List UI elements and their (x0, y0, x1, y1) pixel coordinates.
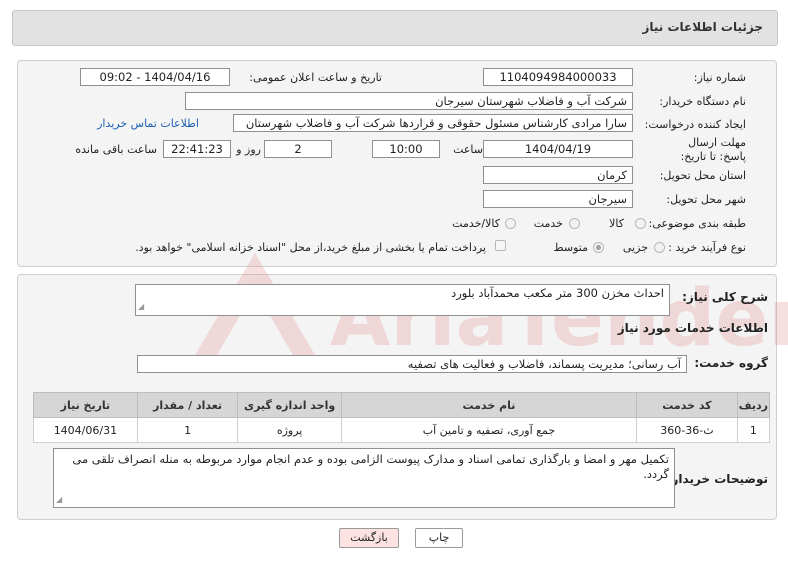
col-service-code: کد خدمت (636, 392, 738, 418)
announce-field[interactable]: 1404/04/16 - 09:02 (80, 68, 230, 86)
category-radio-service[interactable] (569, 218, 580, 229)
category-option-service: خدمت (533, 217, 563, 230)
resize-handle-icon[interactable]: ◢ (56, 492, 62, 507)
cell-service-name: جمع آوری، تصفیه و تامین آب (340, 417, 638, 443)
deadline-date-field[interactable]: 1404/04/19 (483, 140, 633, 158)
col-service-name: نام خدمت (340, 392, 638, 418)
need-number-field[interactable]: 1104094984000033 (483, 68, 633, 86)
process-option-medium: متوسط (553, 241, 588, 254)
process-radio-minor[interactable] (654, 242, 665, 253)
process-radio-medium[interactable] (593, 242, 604, 253)
print-button[interactable]: چاپ (415, 528, 463, 548)
service-group-label: گروه خدمت: (694, 356, 768, 370)
deadline-label: مهلت ارسال پاسخ: تا تاریخ: (680, 136, 746, 163)
cell-row-number: 1 (736, 417, 771, 443)
table-row: 1 ث-36-360 جمع آوری، تصفیه و تامین آب پر… (33, 417, 771, 443)
buyer-contact-link[interactable]: اطلاعات تماس خریدار (97, 117, 199, 130)
category-radio-goods[interactable] (635, 218, 646, 229)
service-group-field[interactable]: آب رسانی؛ مدیریت پسماند، فاضلاب و فعالیت… (137, 355, 687, 373)
category-option-goods-service: کالا/خدمت (452, 217, 500, 230)
buyer-notes-value: تکمیل مهر و امضا و بارگذاری تمامی اسناد … (72, 452, 669, 481)
table-header-row: ردیف کد خدمت نام خدمت واحد اندازه گیری ت… (33, 392, 771, 418)
deadline-time-field[interactable]: 10:00 (372, 140, 440, 158)
cell-need-date: 1404/06/31 (33, 417, 138, 443)
category-option-goods: کالا (609, 217, 624, 230)
summary-label: شرح کلی نیاز: (682, 290, 768, 304)
services-section-title: اطلاعات خدمات مورد نیاز (617, 321, 768, 335)
page-title: جزئیات اطلاعات نیاز (642, 20, 763, 34)
treasury-payment-checkbox[interactable] (495, 240, 506, 251)
page-header: جزئیات اطلاعات نیاز (12, 10, 778, 46)
process-label: نوع فرآیند خرید : (668, 241, 746, 254)
need-number-label: شماره نیاز: (693, 71, 746, 84)
services-table: ردیف کد خدمت نام خدمت واحد اندازه گیری ت… (33, 392, 771, 443)
category-label: طبقه بندی موضوعی: (648, 217, 746, 230)
resize-handle-icon[interactable]: ◢ (138, 299, 144, 315)
col-need-date: تاریخ نیاز (33, 392, 138, 418)
summary-value: احداث مخزن 300 متر مکعب محمدآباد بلورد (451, 286, 664, 300)
back-button[interactable]: بازگشت (339, 528, 399, 548)
province-label: استان محل تحویل: (659, 169, 746, 182)
remaining-time-field[interactable]: 22:41:23 (163, 140, 231, 158)
creator-field[interactable]: سارا مرادی کارشناس مسئول حقوقی و قراردها… (233, 114, 633, 132)
buyer-field[interactable]: شرکت آب و فاضلاب شهرستان سیرجان (185, 92, 633, 110)
creator-label: ایجاد کننده درخواست: (644, 118, 746, 131)
process-option-minor: جزیی (622, 241, 648, 254)
category-radio-goods-service[interactable] (505, 218, 516, 229)
summary-field[interactable]: احداث مخزن 300 متر مکعب محمدآباد بلورد ◢ (135, 284, 670, 316)
remaining-label: ساعت باقی مانده (75, 143, 157, 156)
buyer-notes-field[interactable]: تکمیل مهر و امضا و بارگذاری تمامی اسناد … (53, 448, 675, 508)
col-quantity: تعداد / مقدار (136, 392, 239, 418)
cell-unit: پروژه (237, 417, 342, 443)
treasury-payment-note: پرداخت تمام یا بخشی از مبلغ خرید،از محل … (135, 241, 486, 254)
col-unit: واحد اندازه گیری (237, 392, 342, 418)
announce-label: تاریخ و ساعت اعلان عمومی: (249, 71, 382, 84)
buyer-label: نام دستگاه خریدار: (659, 95, 746, 108)
city-label: شهر محل تحویل: (666, 193, 746, 206)
days-label: روز و (236, 143, 261, 156)
time-label: ساعت (453, 143, 483, 156)
buyer-notes-label: توضیحات خریدار: (666, 472, 768, 486)
days-field[interactable]: 2 (264, 140, 332, 158)
cell-quantity: 1 (136, 417, 239, 443)
cell-service-code: ث-36-360 (636, 417, 738, 443)
col-row-number: ردیف (736, 392, 771, 418)
province-field[interactable]: کرمان (483, 166, 633, 184)
city-field[interactable]: سیرجان (483, 190, 633, 208)
